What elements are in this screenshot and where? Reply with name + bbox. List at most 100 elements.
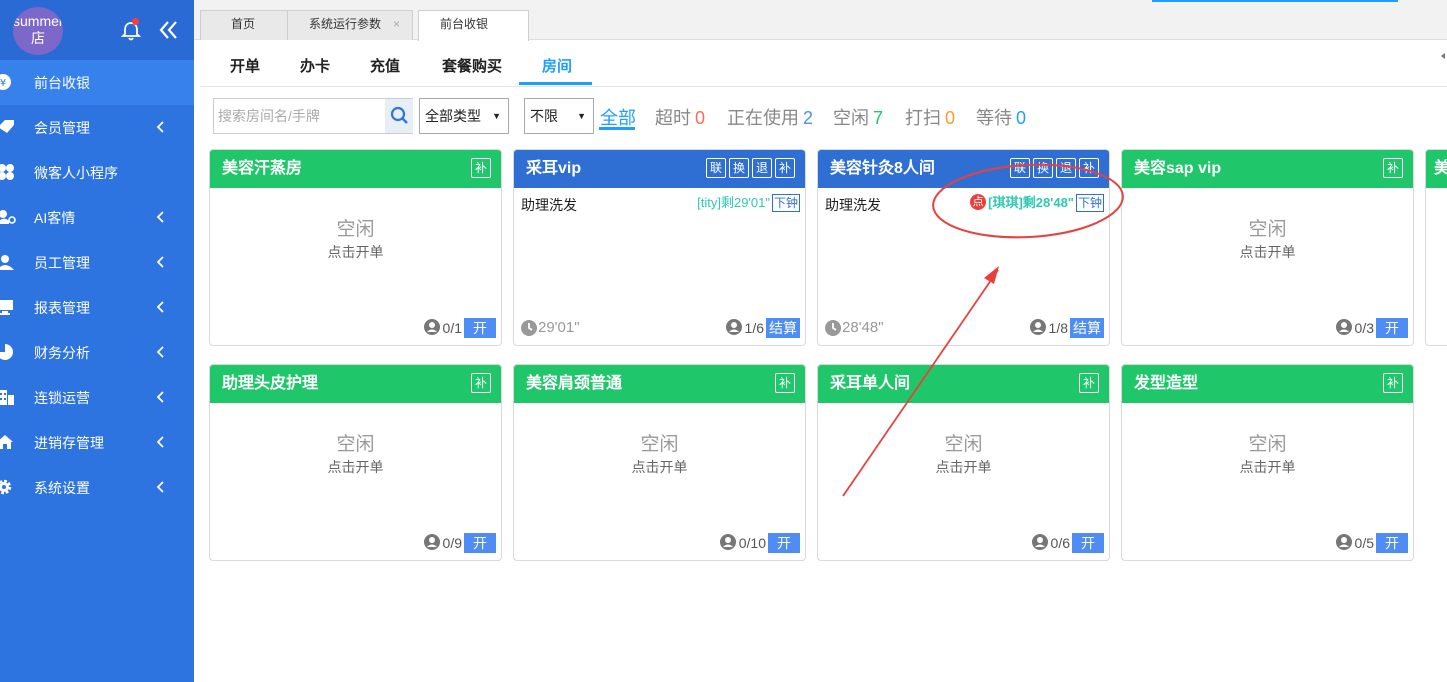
sidebar-item-chain[interactable]: 连锁运营 (0, 375, 194, 420)
open-order-hint[interactable]: 点击开单 (1122, 242, 1413, 262)
technician-timer: 点 [琪琪]剩28'48" 下钟 (970, 194, 1104, 214)
filter-in-use[interactable]: 正在使用 2 (727, 104, 813, 130)
supplement-button[interactable]: 补 (775, 373, 795, 393)
chevron-left-icon (156, 256, 164, 268)
open-order-hint[interactable]: 点击开单 (818, 457, 1109, 477)
occupancy-count: 1/6 (744, 320, 764, 336)
open-order-hint[interactable]: 点击开单 (210, 457, 501, 477)
subnav-package[interactable]: 套餐购买 (442, 55, 502, 76)
tab-system-params[interactable]: 系统运行参数 × (287, 10, 413, 40)
tab-front-cashier[interactable]: 前台收银 (418, 10, 529, 41)
supplement-button[interactable]: 补 (471, 158, 491, 178)
sidebar-item-staff[interactable]: 员工管理 (0, 240, 194, 285)
open-order-hint[interactable]: 点击开单 (1122, 457, 1413, 477)
switch-button[interactable]: 换 (1033, 158, 1053, 178)
search-input[interactable] (214, 99, 384, 133)
room-footer: 1/8 结算 (1029, 318, 1104, 338)
room-card[interactable]: 采耳单人间 补 空闲 点击开单 0/6 开 (817, 364, 1110, 561)
sidebar-item-settings[interactable]: 系统设置 (0, 465, 194, 510)
active-tab-underline (519, 82, 592, 85)
chevron-left-icon (156, 121, 164, 133)
filter-waiting[interactable]: 等待 0 (976, 104, 1026, 130)
filter-overtime[interactable]: 超时 0 (655, 104, 705, 130)
close-icon[interactable]: × (393, 11, 400, 37)
supplement-button[interactable]: 补 (775, 158, 795, 178)
user-icon (0, 255, 14, 270)
clock-off-button[interactable]: 下钟 (771, 194, 800, 212)
room-footer: 1/6 结算 (725, 318, 800, 338)
bell-icon[interactable] (120, 20, 142, 42)
sidebar-item-label: AI客情 (34, 210, 76, 226)
supplement-button[interactable]: 补 (1383, 158, 1403, 178)
settle-button[interactable]: 结算 (1070, 318, 1104, 338)
service-name: 助理洗发 (825, 197, 881, 213)
subnav-open-order[interactable]: 开单 (230, 55, 260, 76)
select-value: 不限 (530, 108, 558, 124)
join-button[interactable]: 联 (706, 158, 726, 178)
sidebar-item-finance[interactable]: 财务分析 (0, 330, 194, 375)
join-button[interactable]: 联 (1010, 158, 1030, 178)
elapsed-time: 29'01" (521, 319, 580, 336)
settle-button[interactable]: 结算 (766, 318, 800, 338)
room-card[interactable]: 发型造型 补 空闲 点击开单 0/5 开 (1121, 364, 1414, 561)
supplement-button[interactable]: 补 (1079, 158, 1099, 178)
refund-button[interactable]: 退 (1056, 158, 1076, 178)
room-header: 美容汗蒸房 补 (210, 150, 501, 188)
open-button[interactable]: 开 (1376, 533, 1408, 553)
sidebar-item-reports[interactable]: 报表管理 (0, 285, 194, 330)
room-type-select[interactable]: 全部类型 ▼ (419, 98, 509, 134)
switch-button[interactable]: 换 (729, 158, 749, 178)
sidebar-item-mini-program[interactable]: 微客人小程序 (0, 150, 194, 195)
person-icon (423, 534, 440, 550)
sidebar-item-ai-client[interactable]: AI客情 (0, 195, 194, 240)
room-status: 空闲 (336, 434, 375, 455)
supplement-button[interactable]: 补 (471, 373, 491, 393)
open-button[interactable]: 开 (1072, 533, 1104, 553)
open-button[interactable]: 开 (464, 533, 496, 553)
room-footer: 0/9 开 (423, 533, 496, 553)
refund-button[interactable]: 退 (752, 158, 772, 178)
search-button[interactable] (385, 99, 413, 133)
room-status: 空闲 (1248, 219, 1287, 240)
room-card[interactable]: 美容肩颈普通 补 空闲 点击开单 0/10 开 (513, 364, 806, 561)
subnav-rooms[interactable]: 房间 (542, 55, 572, 76)
subnav-recharge[interactable]: 充值 (370, 55, 400, 76)
room-header: 美容肩颈普通 补 (514, 365, 805, 403)
filter-cleaning[interactable]: 打扫 0 (905, 104, 955, 130)
person-icon (725, 319, 742, 335)
room-card[interactable]: 美容sap vip 补 空闲 点击开单 0/3 开 (1121, 149, 1414, 346)
filter-idle[interactable]: 空闲 7 (833, 104, 883, 130)
supplement-button[interactable]: 补 (1079, 373, 1099, 393)
tab-home[interactable]: 首页 (200, 10, 288, 40)
chevron-left-icon (156, 301, 164, 313)
room-card-partial[interactable]: 美 (1425, 149, 1447, 346)
room-card[interactable]: 采耳vip 联换退补 助理洗发 [tity]剩29'01" 下钟 29'01" 1… (513, 149, 806, 346)
open-order-hint[interactable]: 点击开单 (210, 242, 501, 262)
open-button[interactable]: 开 (768, 533, 800, 553)
sidebar-item-label: 系统设置 (34, 480, 90, 496)
sidebar-item-inventory[interactable]: 进销存管理 (0, 420, 194, 465)
sidebar-item-members[interactable]: 会员管理 (0, 105, 194, 150)
occupancy-count: 0/3 (1354, 320, 1374, 336)
open-order-hint[interactable]: 点击开单 (514, 457, 805, 477)
limit-select[interactable]: 不限 ▼ (524, 98, 594, 134)
tag-icon (0, 120, 14, 133)
clover-icon (0, 164, 14, 180)
clock-off-button[interactable]: 下钟 (1075, 194, 1104, 212)
sidebar: summer5A店 ¥ 前台收银 会员管理 微客人小程序 AI客情 员工管理 报… (0, 0, 194, 682)
technician-remaining: [tity]剩29'01" (697, 195, 770, 210)
monitor-icon (0, 300, 13, 315)
room-footer: 0/5 开 (1335, 533, 1408, 553)
supplement-button[interactable]: 补 (1383, 373, 1403, 393)
room-card[interactable]: 美容针灸8人间 联换退补 助理洗发 点 [琪琪]剩28'48" 下钟 28'48" … (817, 149, 1110, 346)
elapsed-value: 28'48" (842, 319, 884, 336)
room-card[interactable]: 美容汗蒸房 补 空闲 点击开单 0/1 开 (209, 149, 502, 346)
open-button[interactable]: 开 (464, 318, 496, 338)
room-card[interactable]: 助理头皮护理 补 空闲 点击开单 0/9 开 (209, 364, 502, 561)
subnav-card[interactable]: 办卡 (300, 55, 330, 76)
open-button[interactable]: 开 (1376, 318, 1408, 338)
sidebar-item-front-cashier[interactable]: ¥ 前台收银 (0, 60, 194, 105)
collapse-sidebar-icon[interactable] (157, 18, 179, 42)
room-name: 美容汗蒸房 (222, 160, 303, 177)
avatar[interactable]: summer5A店 (13, 7, 63, 55)
